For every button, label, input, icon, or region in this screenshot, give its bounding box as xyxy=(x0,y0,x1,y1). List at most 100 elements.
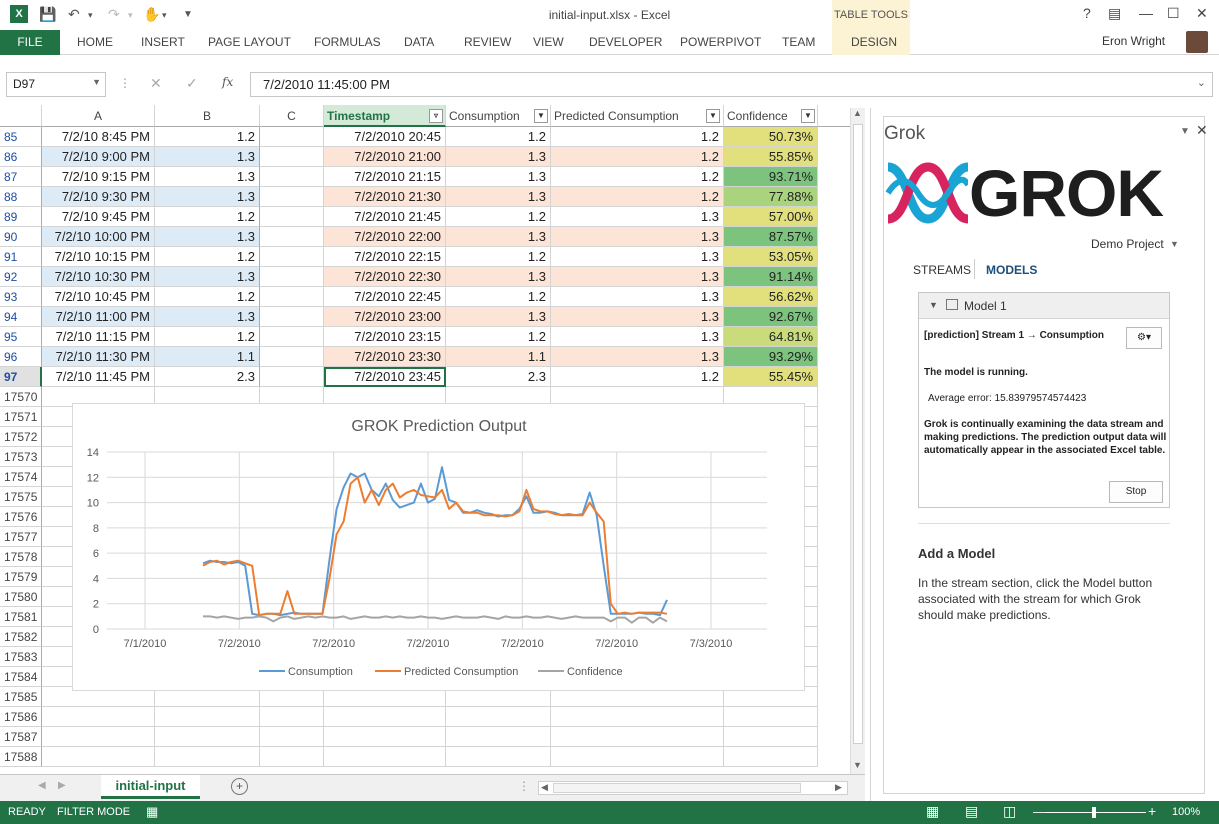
page-layout-view-icon[interactable]: ▤ xyxy=(965,803,978,820)
cell-f[interactable]: 1.2 xyxy=(551,147,724,167)
cancel-icon[interactable]: ✕ xyxy=(150,75,162,92)
cell-e[interactable]: 1.3 xyxy=(446,267,551,287)
empty-cell[interactable] xyxy=(155,727,260,747)
tab-data[interactable]: DATA xyxy=(404,30,434,55)
splitter-grip-icon[interactable]: ⋮ xyxy=(518,779,530,793)
tab-file[interactable]: FILE xyxy=(0,30,60,55)
cell-d[interactable]: 7/2/2010 22:00 xyxy=(324,227,446,247)
cell-d[interactable]: 7/2/2010 21:30 xyxy=(324,187,446,207)
hscroll-thumb[interactable] xyxy=(553,783,801,793)
cell-c[interactable] xyxy=(260,327,324,347)
empty-cell[interactable] xyxy=(551,747,724,767)
cell-c[interactable] xyxy=(260,367,324,387)
tab-design[interactable]: DESIGN xyxy=(851,30,897,55)
cell-e[interactable]: 1.2 xyxy=(446,247,551,267)
empty-cell[interactable] xyxy=(42,707,155,727)
column-header-a[interactable]: A xyxy=(42,105,155,127)
cell-c[interactable] xyxy=(260,207,324,227)
cell-c[interactable] xyxy=(260,347,324,367)
row-header[interactable]: 89 xyxy=(0,207,42,227)
horizontal-scrollbar[interactable]: ◀ ▶ xyxy=(538,781,848,795)
row-header[interactable]: 94 xyxy=(0,307,42,327)
cell-b[interactable]: 1.2 xyxy=(155,207,260,227)
row-header[interactable]: 92 xyxy=(0,267,42,287)
tab-view[interactable]: VIEW xyxy=(533,30,564,55)
empty-cell[interactable] xyxy=(551,727,724,747)
scroll-down-icon[interactable]: ▼ xyxy=(853,760,862,770)
page-break-view-icon[interactable]: ◫ xyxy=(1003,803,1016,820)
tab-page-layout[interactable]: PAGE LAYOUT xyxy=(208,30,291,55)
next-sheet-icon[interactable]: ▶ xyxy=(58,780,66,791)
row-header[interactable]: 17576 xyxy=(0,507,42,527)
prev-sheet-icon[interactable]: ◀ xyxy=(38,780,46,791)
cell-a[interactable]: 7/2/10 11:45 PM xyxy=(42,367,155,387)
cell-f[interactable]: 1.3 xyxy=(551,287,724,307)
collapse-icon[interactable]: ▼ xyxy=(929,300,938,310)
cell-b[interactable]: 1.2 xyxy=(155,287,260,307)
cell-g[interactable]: 93.29% xyxy=(724,347,818,367)
row-header[interactable]: 17575 xyxy=(0,487,42,507)
close-window-icon[interactable]: ✕ xyxy=(1196,5,1208,22)
cell-f[interactable]: 1.2 xyxy=(551,127,724,147)
empty-cell[interactable] xyxy=(446,747,551,767)
cell-d[interactable]: 7/2/2010 20:45 xyxy=(324,127,446,147)
user-name[interactable]: Eron Wright xyxy=(1102,34,1165,48)
cell-a[interactable]: 7/2/10 10:45 PM xyxy=(42,287,155,307)
row-header[interactable]: 17577 xyxy=(0,527,42,547)
tab-formulas[interactable]: FORMULAS xyxy=(314,30,381,55)
cell-g[interactable]: 64.81% xyxy=(724,327,818,347)
row-header[interactable]: 17571 xyxy=(0,407,42,427)
predicted-filter-icon[interactable]: ▼ xyxy=(706,109,720,123)
cell-a[interactable]: 7/2/10 11:30 PM xyxy=(42,347,155,367)
cell-e[interactable]: 1.2 xyxy=(446,207,551,227)
cell-f[interactable]: 1.2 xyxy=(551,187,724,207)
cell-a[interactable]: 7/2/10 11:15 PM xyxy=(42,327,155,347)
cell-b[interactable]: 1.2 xyxy=(155,327,260,347)
cell-a[interactable]: 7/2/10 9:45 PM xyxy=(42,207,155,227)
cell-d[interactable]: 7/2/2010 23:15 xyxy=(324,327,446,347)
cell-a[interactable]: 7/2/10 10:30 PM xyxy=(42,267,155,287)
maximize-icon[interactable]: ☐ xyxy=(1167,5,1180,22)
row-header[interactable]: 90 xyxy=(0,227,42,247)
cell-g[interactable]: 50.73% xyxy=(724,127,818,147)
row-header[interactable]: 17574 xyxy=(0,467,42,487)
vertical-scrollbar[interactable]: ▲ ▼ xyxy=(850,108,865,774)
zoom-out-icon[interactable]: — xyxy=(1033,804,1046,819)
cell-d[interactable]: 7/2/2010 21:45 xyxy=(324,207,446,227)
cell-d[interactable]: 7/2/2010 23:45 xyxy=(324,367,446,387)
cell-b[interactable]: 1.3 xyxy=(155,267,260,287)
formula-input[interactable]: 7/2/2010 11:45:00 PM ⌄ xyxy=(250,72,1213,97)
cell-g[interactable]: 87.57% xyxy=(724,227,818,247)
cell-d[interactable]: 7/2/2010 21:15 xyxy=(324,167,446,187)
macro-record-icon[interactable]: ▦ xyxy=(146,804,158,820)
row-header[interactable]: 93 xyxy=(0,287,42,307)
cell-e[interactable]: 1.2 xyxy=(446,127,551,147)
zoom-slider[interactable] xyxy=(1046,812,1146,813)
cell-b[interactable]: 1.3 xyxy=(155,227,260,247)
empty-cell[interactable] xyxy=(446,727,551,747)
cell-e[interactable]: 1.2 xyxy=(446,327,551,347)
cell-f[interactable]: 1.3 xyxy=(551,307,724,327)
project-dropdown-icon[interactable]: ▼ xyxy=(1170,239,1179,249)
tab-review[interactable]: REVIEW xyxy=(464,30,511,55)
cell-d[interactable]: 7/2/2010 23:00 xyxy=(324,307,446,327)
cell-d[interactable]: 7/2/2010 22:15 xyxy=(324,247,446,267)
cell-c[interactable] xyxy=(260,167,324,187)
cell-a[interactable]: 7/2/10 9:30 PM xyxy=(42,187,155,207)
cell-c[interactable] xyxy=(260,127,324,147)
cell-c[interactable] xyxy=(260,287,324,307)
cell-e[interactable]: 1.2 xyxy=(446,287,551,307)
cell-b[interactable]: 1.3 xyxy=(155,147,260,167)
zoom-level[interactable]: 100% xyxy=(1172,806,1200,818)
cell-f[interactable]: 1.3 xyxy=(551,207,724,227)
zoom-slider-thumb[interactable] xyxy=(1092,807,1096,818)
sheet-tab-initial-input[interactable]: initial-input xyxy=(101,775,200,799)
row-header[interactable]: 87 xyxy=(0,167,42,187)
cell-c[interactable] xyxy=(260,307,324,327)
cell-c[interactable] xyxy=(260,227,324,247)
row-header[interactable]: 96 xyxy=(0,347,42,367)
empty-cell[interactable] xyxy=(724,747,818,767)
new-sheet-icon[interactable]: + xyxy=(231,778,248,795)
timestamp-filter-active-icon[interactable]: ▿ xyxy=(429,109,443,123)
empty-cell[interactable] xyxy=(324,747,446,767)
